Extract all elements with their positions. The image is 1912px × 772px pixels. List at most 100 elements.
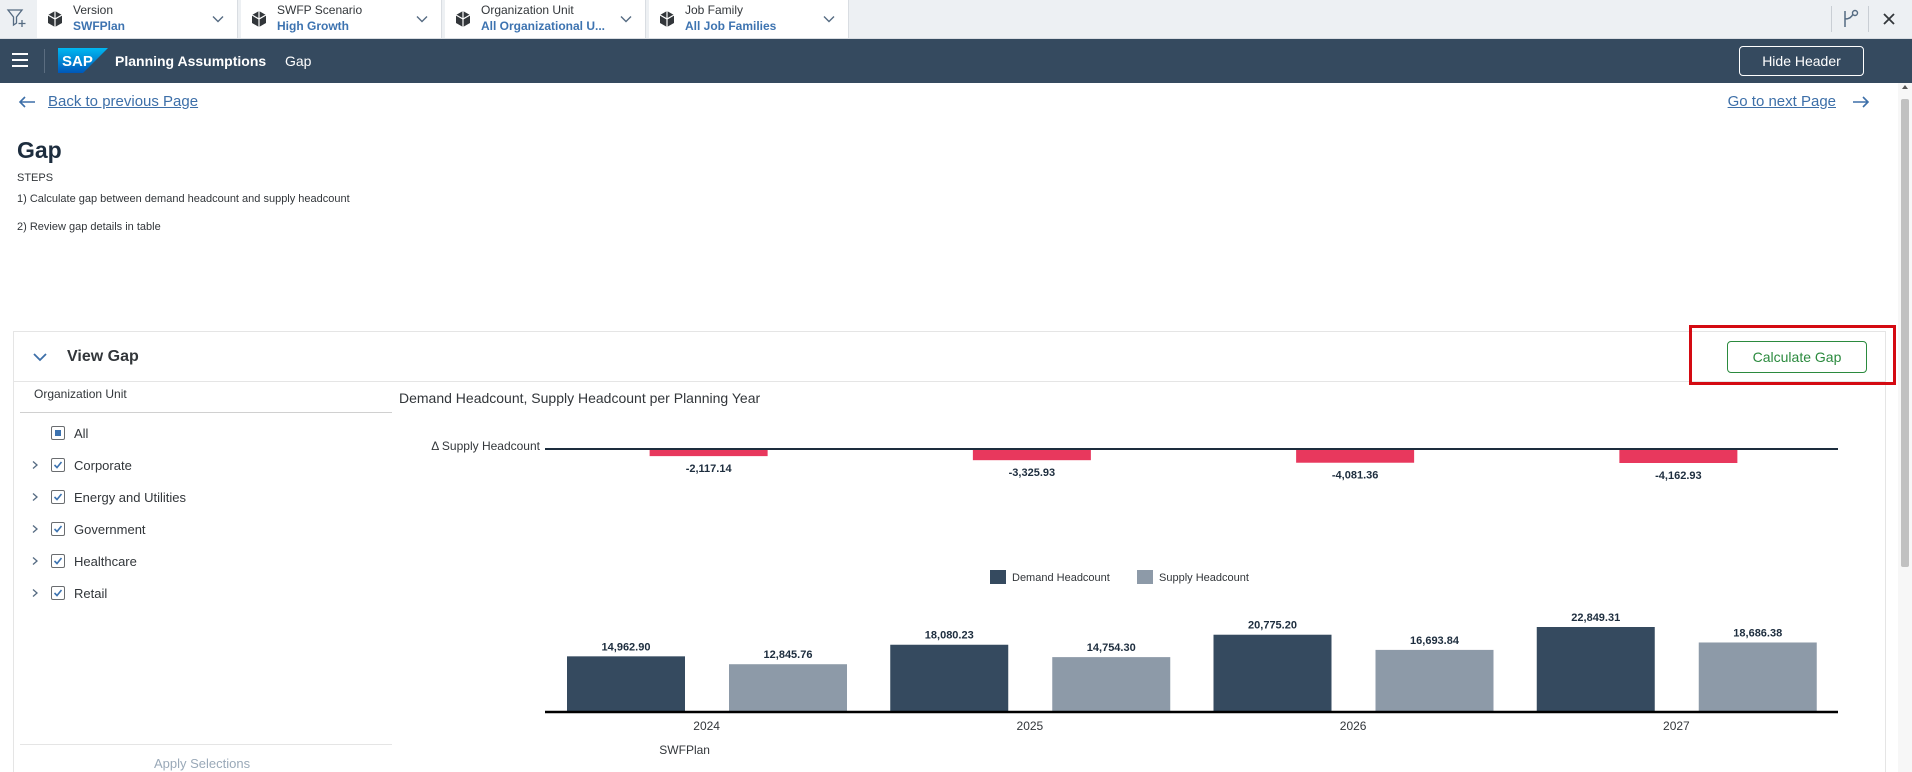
chevron-down-icon[interactable] [32, 350, 48, 364]
checkbox-checked[interactable] [51, 490, 65, 504]
demand-bar [890, 644, 1009, 712]
filter-scenario[interactable]: SWFP Scenario High Growth [241, 0, 442, 38]
legend-label-demand: Demand Headcount [1012, 572, 1110, 584]
back-link[interactable]: Back to previous Page [18, 93, 198, 110]
divider [20, 744, 392, 745]
page-title: Gap [17, 137, 62, 163]
tree-item-government[interactable]: Government [28, 519, 146, 539]
filter-version-label: Version [73, 3, 114, 17]
bar-data-label: 18,080.23 [925, 630, 974, 642]
checkbox-checked[interactable] [51, 458, 65, 472]
close-icon[interactable] [1876, 6, 1902, 32]
chevron-right-icon[interactable] [28, 490, 42, 504]
delta-data-label: -4,081.36 [1332, 470, 1378, 482]
tree-item-corporate[interactable]: Corporate [28, 455, 132, 475]
bar-data-label: 22,849.31 [1571, 612, 1620, 624]
filter-job-family[interactable]: Job Family All Job Families [649, 0, 849, 38]
delta-axis-label: Δ Supply Headcount [431, 439, 540, 453]
step-1: 1) Calculate gap between demand headcoun… [17, 193, 350, 205]
delta-data-label: -4,162.93 [1655, 470, 1701, 482]
legend-label-supply: Supply Headcount [1159, 572, 1249, 584]
sap-logo-text: SAP [62, 53, 93, 70]
legend-swatch-supply [1137, 570, 1153, 584]
apply-selections-button[interactable]: Apply Selections [154, 756, 250, 771]
bar-data-label: 20,775.20 [1248, 620, 1297, 632]
delta-bar [649, 449, 768, 457]
tree-item-healthcare[interactable]: Healthcare [28, 551, 137, 571]
scrollbar-thumb[interactable] [1901, 99, 1909, 567]
back-link-label[interactable]: Back to previous Page [48, 93, 198, 110]
add-filter-icon[interactable] [6, 7, 28, 29]
tree-item-label: Corporate [74, 457, 132, 473]
filter-version[interactable]: Version SWFPlan [37, 0, 238, 38]
bar-data-label: 16,693.84 [1410, 635, 1460, 647]
model-icon [659, 11, 675, 27]
chevron-down-icon [212, 16, 224, 23]
card-header[interactable]: View Gap [14, 332, 1885, 382]
tree-item-label: All [74, 425, 89, 441]
tree-item-label: Government [74, 521, 146, 537]
tree-item-label: Healthcare [74, 553, 137, 569]
supply-bar [1375, 649, 1494, 712]
delta-data-label: -2,117.14 [686, 463, 733, 475]
sap-logo: SAP [58, 48, 108, 73]
arrow-left-icon [18, 95, 35, 108]
model-icon [47, 11, 63, 27]
chevron-right-icon[interactable] [28, 458, 42, 472]
delta-bar [1619, 449, 1738, 463]
tree-item-all[interactable]: All [28, 423, 88, 443]
scrollbar-track[interactable] [1898, 83, 1912, 772]
hide-header-button[interactable]: Hide Header [1739, 46, 1864, 76]
demand-bar [1213, 634, 1332, 712]
scroll-up-icon[interactable] [1902, 85, 1908, 89]
checkbox-checked[interactable] [51, 522, 65, 536]
menu-icon[interactable] [12, 53, 28, 67]
filter-organization-unit[interactable]: Organization Unit All Organizational U..… [445, 0, 646, 38]
filter-scenario-value: High Growth [277, 19, 349, 33]
steps-label: STEPS [17, 172, 54, 184]
bar-data-label: 14,754.30 [1087, 642, 1136, 654]
shell-bar: SAP Planning Assumptions Gap Hide Header [0, 39, 1912, 83]
checkbox-checked[interactable] [51, 586, 65, 600]
chevron-right-icon[interactable] [28, 586, 42, 600]
tree-item-energy-and-utilities[interactable]: Energy and Utilities [28, 487, 186, 507]
filter-organization-unit-label: Organization Unit [481, 3, 574, 17]
filter-job-family-value: All Job Families [685, 19, 777, 33]
chevron-right-icon[interactable] [28, 522, 42, 536]
tree-item-retail[interactable]: Retail [28, 583, 107, 603]
chart: Δ Supply Headcount -2,117.14 -3,325.93 -4,0… [431, 439, 1838, 757]
chevron-down-icon [620, 16, 632, 23]
bar-data-label: 12,845.76 [764, 649, 813, 661]
bar-data-label: 14,962.90 [602, 641, 651, 653]
checkbox-checked[interactable] [51, 554, 65, 568]
step-2: 2) Review gap details in table [17, 221, 161, 233]
x-tick-label: 2025 [1017, 719, 1044, 733]
tree-item-label: Energy and Utilities [74, 489, 186, 505]
delta-data-label: -3,325.93 [1009, 467, 1055, 479]
tree-item-label: Retail [74, 585, 108, 601]
supply-bar [1698, 642, 1817, 712]
calculate-gap-button[interactable]: Calculate Gap [1727, 341, 1867, 373]
filter-bar: Version SWFPlan SWFP Scenario High Growt… [0, 0, 1912, 39]
chevron-down-icon [823, 16, 835, 23]
divider [20, 412, 392, 413]
shell-divider [44, 49, 45, 73]
app-title: Planning Assumptions [115, 53, 267, 69]
chevron-right-icon[interactable] [28, 554, 42, 568]
legend-swatch-demand [990, 570, 1006, 584]
demand-bar [1536, 627, 1655, 712]
demand-bar [567, 656, 685, 712]
filter-version-value: SWFPlan [73, 19, 126, 33]
filter-scenario-label: SWFP Scenario [277, 3, 363, 17]
toolbar-divider [1868, 6, 1869, 32]
checkbox-partial[interactable] [51, 426, 65, 440]
next-link[interactable]: Go to next Page [1728, 93, 1870, 110]
model-icon [251, 11, 267, 27]
x-group-label: SWFPlan [659, 743, 710, 757]
bar-data-label: 18,686.38 [1733, 627, 1782, 639]
card-title: View Gap [67, 348, 139, 365]
next-link-label[interactable]: Go to next Page [1728, 93, 1836, 110]
link-dimensions-icon[interactable] [1838, 6, 1864, 32]
filter-job-family-label: Job Family [685, 3, 744, 17]
